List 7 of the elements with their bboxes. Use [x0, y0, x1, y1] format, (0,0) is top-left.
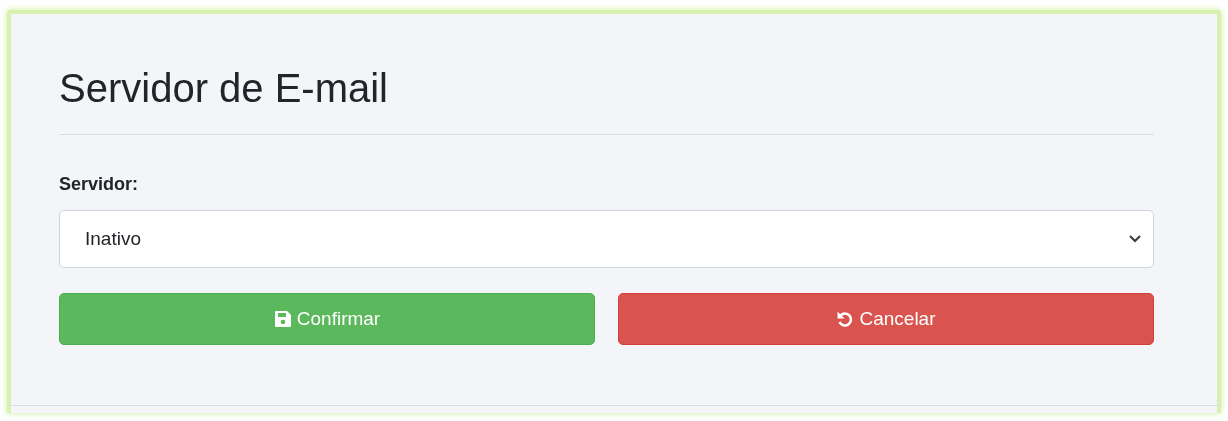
undo-icon: [836, 310, 855, 328]
chevron-down-icon: [1129, 235, 1141, 243]
field-label: Servidor:: [59, 173, 139, 196]
server-select[interactable]: Inativo: [59, 210, 1154, 268]
page-title: Servidor de E-mail: [59, 65, 388, 112]
cancel-button[interactable]: Cancelar: [618, 293, 1154, 345]
confirm-button[interactable]: Confirmar: [59, 293, 595, 345]
